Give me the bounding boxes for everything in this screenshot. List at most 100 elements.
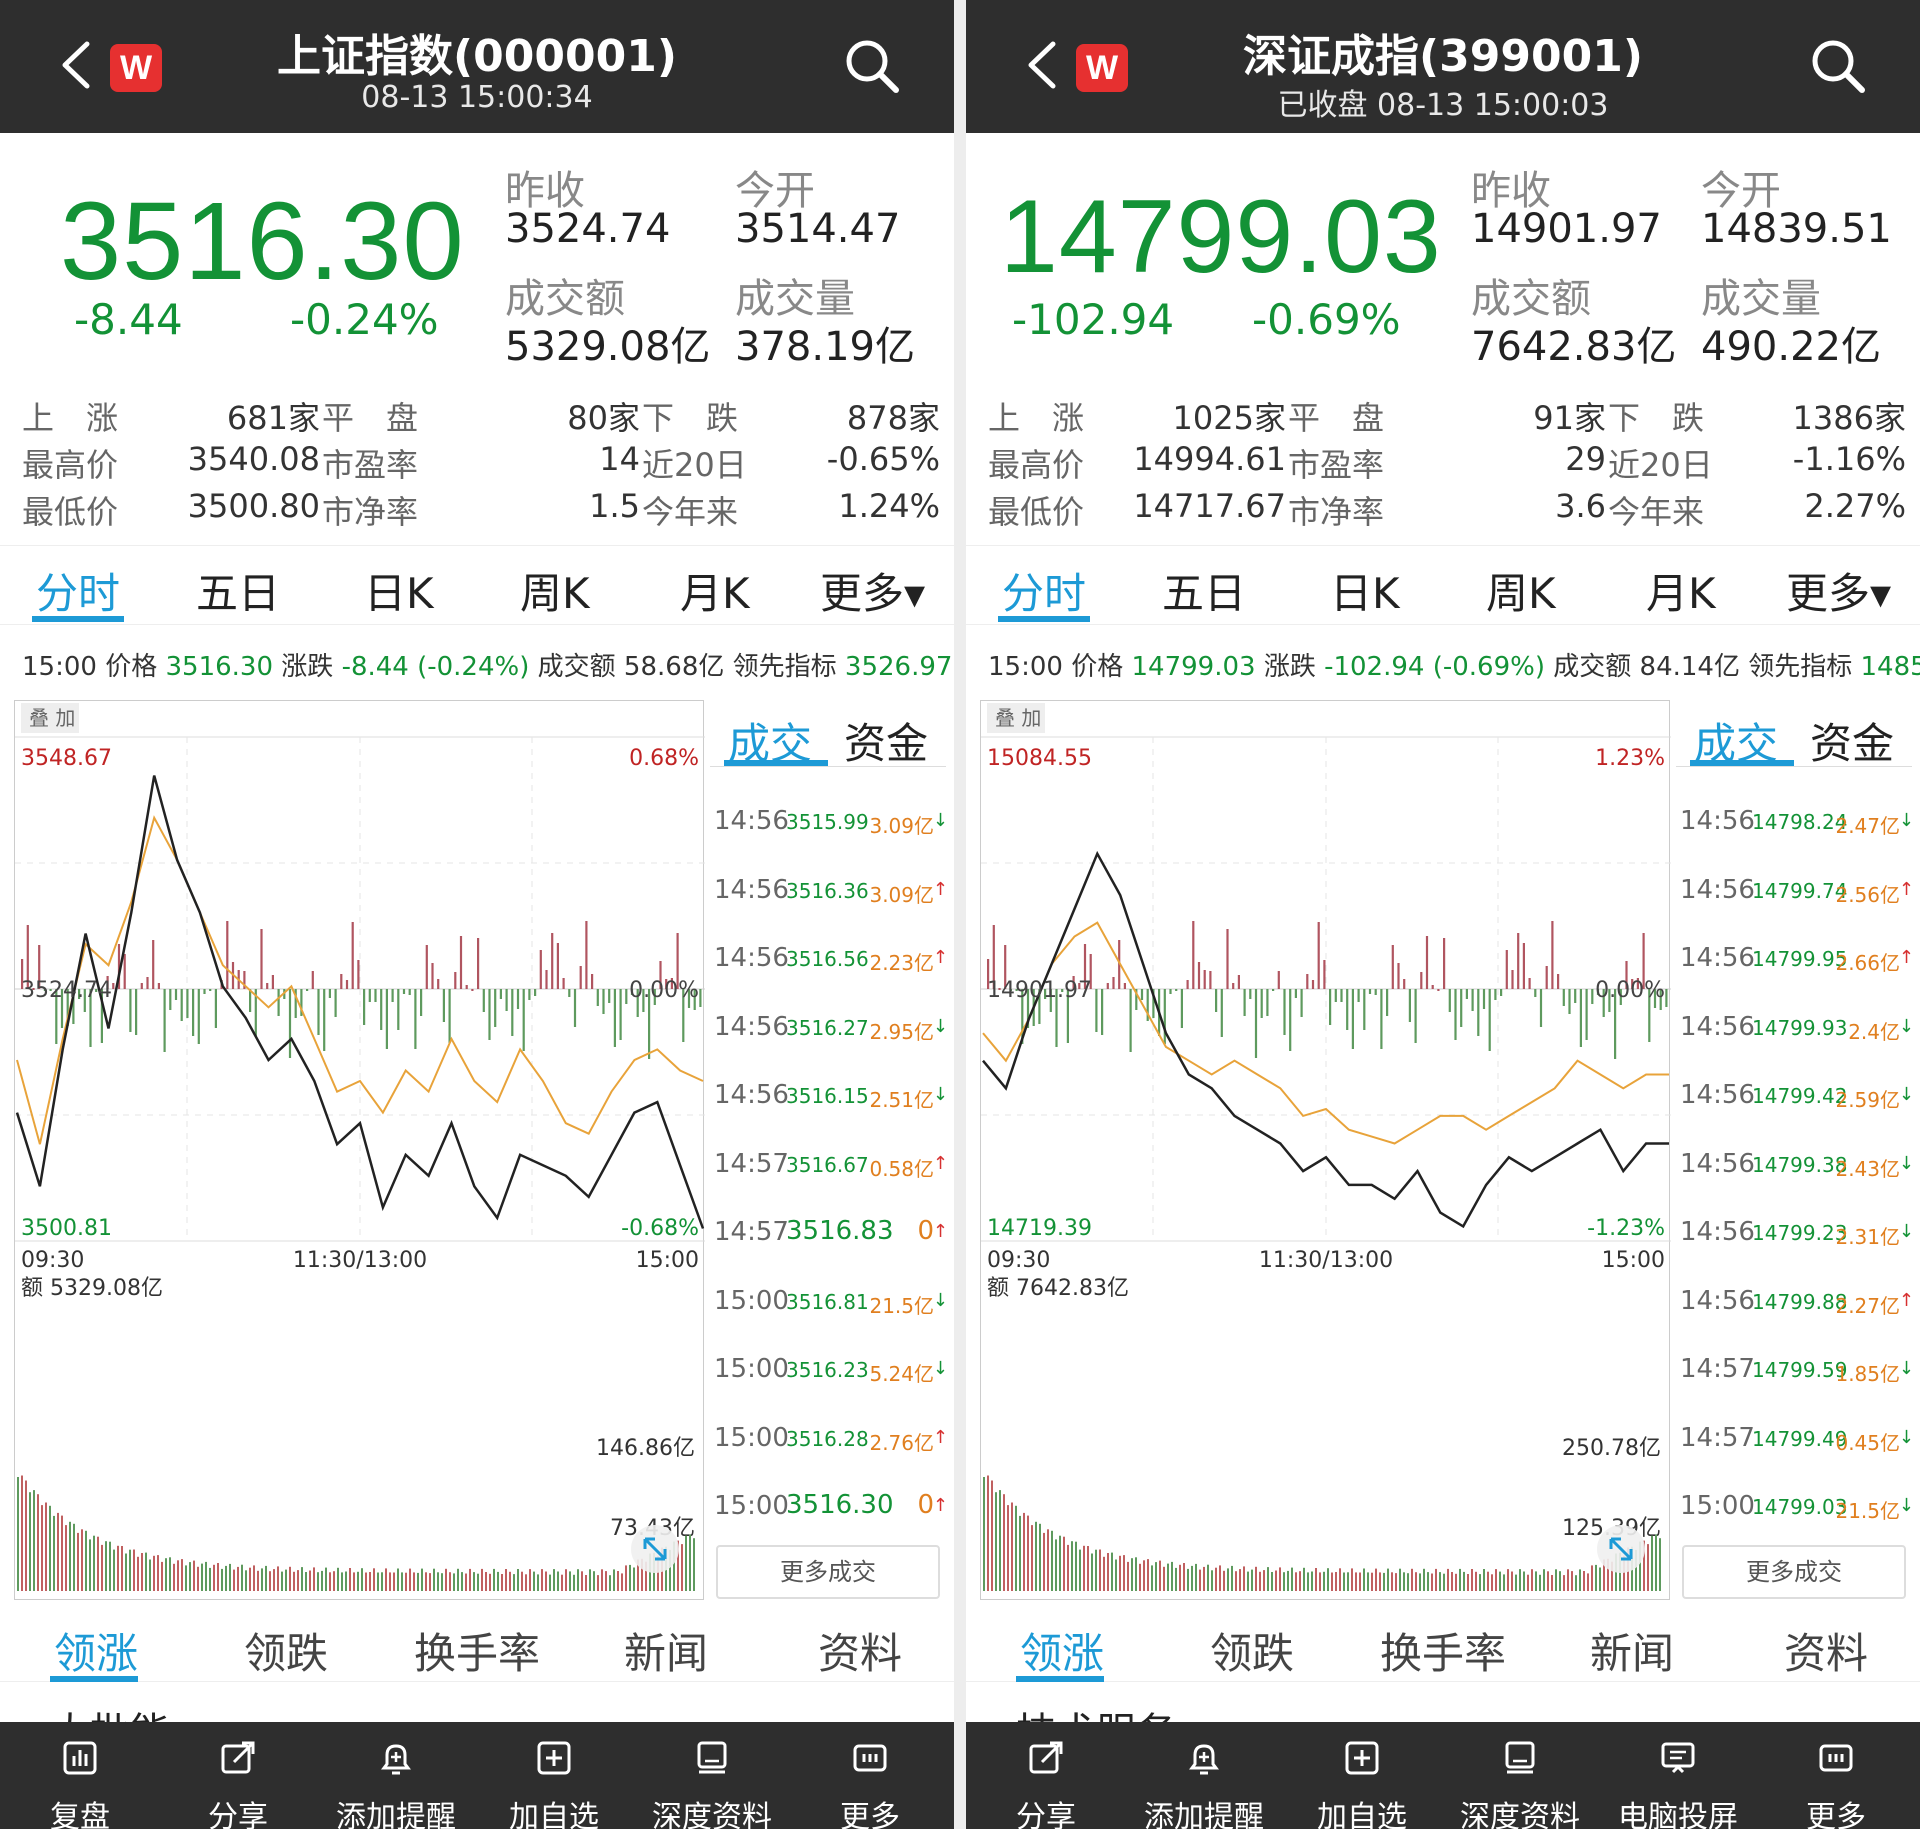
toolbar-report[interactable]: 深度资料 xyxy=(637,1722,787,1829)
volume-bar xyxy=(1491,1574,1493,1591)
volume-bar xyxy=(681,1544,683,1591)
volume-bar xyxy=(49,1505,51,1591)
tab-weekly-k[interactable]: 周K xyxy=(520,560,590,621)
volume-bar xyxy=(1191,1565,1193,1591)
flow-bar xyxy=(1448,989,1451,1012)
flow-bar xyxy=(619,989,622,1040)
tab-profile[interactable]: 资料 xyxy=(1784,1620,1868,1681)
volume-bar xyxy=(1395,1573,1397,1591)
tab-daily-k[interactable]: 日K xyxy=(364,560,434,621)
volume-bar xyxy=(109,1541,111,1591)
more-trades-button[interactable]: 更多成交 xyxy=(716,1545,940,1599)
tab-top-losers[interactable]: 领跌 xyxy=(244,1620,328,1681)
tab-5day[interactable]: 五日 xyxy=(1162,560,1246,621)
toolbar-share[interactable]: 分享 xyxy=(163,1722,313,1829)
volume-bar xyxy=(1131,1558,1133,1591)
trade-panel: 成交 资金 14:56 14798.24 2.47亿 ↓ 14:56 14799.74 2.… xyxy=(1676,700,1914,1600)
volume-bar xyxy=(1079,1549,1081,1591)
overlay-button-label[interactable]: 叠 加 xyxy=(995,706,1041,730)
trade-row: 14:56 3516.27 2.95亿 ↓ xyxy=(712,1006,948,1046)
volume-bar xyxy=(113,1549,115,1591)
tab-daily-k[interactable]: 日K xyxy=(1330,560,1400,621)
volume-bars xyxy=(983,1475,1661,1591)
volume-bar xyxy=(177,1560,179,1591)
toolbar-bell[interactable]: 添加提醒 xyxy=(1129,1722,1279,1829)
toolbar-share[interactable]: 分享 xyxy=(971,1722,1121,1829)
volume-bar xyxy=(983,1477,985,1591)
toolbar-more[interactable]: 更多 xyxy=(1761,1722,1911,1829)
toolbar-add-watchlist[interactable]: 加自选 xyxy=(1287,1722,1437,1829)
tab-more[interactable]: 更多▾ xyxy=(1786,560,1891,621)
flow-bar xyxy=(1266,989,1269,1016)
more-trades-button[interactable]: 更多成交 xyxy=(1682,1545,1906,1599)
trade-row: 15:00 3516.81 21.5亿 ↓ xyxy=(712,1280,948,1320)
trade-row: 14:56 14799.74 2.56亿 ↑ xyxy=(1678,869,1914,909)
tab-top-gainers[interactable]: 领涨 xyxy=(1020,1620,1104,1681)
d20-value: -1.16% xyxy=(1792,440,1906,478)
trade-row: 14:57 3516.67 0.58亿 ↑ xyxy=(712,1143,948,1183)
tab-more[interactable]: 更多▾ xyxy=(820,560,925,621)
flow-bar xyxy=(1175,989,1178,991)
volume-bar xyxy=(493,1568,495,1591)
volume-bar xyxy=(85,1530,87,1591)
arrow-down-icon: ↓ xyxy=(1898,1152,1914,1174)
volume-bar xyxy=(1375,1568,1377,1591)
volume-bar xyxy=(425,1572,427,1591)
flow-bar xyxy=(1363,989,1366,1030)
tab-news[interactable]: 新闻 xyxy=(624,1620,708,1681)
volume-bar xyxy=(1371,1572,1373,1591)
volume-bar xyxy=(1115,1559,1117,1591)
tab-monthly-k[interactable]: 月K xyxy=(680,560,750,621)
tab-profile[interactable]: 资料 xyxy=(818,1620,902,1681)
toolbar-bell[interactable]: 添加提醒 xyxy=(321,1722,471,1829)
volume-bar xyxy=(1531,1569,1533,1591)
info-chg-label: 涨跌 xyxy=(1263,652,1316,682)
search-icon[interactable] xyxy=(842,36,902,96)
tab-turnover[interactable]: 换手率 xyxy=(414,1620,540,1681)
intraday-chart[interactable]: 叠 加 3548.67 0.68% 3524.74 0.00% 3500.81 … xyxy=(14,700,705,1600)
volume-bar xyxy=(1071,1541,1073,1591)
flow-bar xyxy=(437,979,440,989)
volume-bar xyxy=(1183,1563,1185,1591)
tab-turnover[interactable]: 换手率 xyxy=(1380,1620,1506,1681)
gainers-tab-underline xyxy=(50,1676,138,1682)
tab-weekly-k[interactable]: 周K xyxy=(1486,560,1556,621)
flow-bar xyxy=(368,989,371,1002)
flow-bar xyxy=(174,989,178,1000)
volume-bar xyxy=(165,1558,167,1591)
volume-bar xyxy=(1487,1571,1489,1591)
tab-monthly-k[interactable]: 月K xyxy=(1646,560,1716,621)
volume-bar xyxy=(149,1559,151,1591)
toolbar-report[interactable]: 深度资料 xyxy=(1445,1722,1595,1829)
volume-bar xyxy=(1223,1570,1225,1591)
overlay-button-label[interactable]: 叠 加 xyxy=(29,706,75,730)
trade-price: 14798.24 xyxy=(1752,810,1848,834)
volume-bar xyxy=(285,1569,287,1591)
flow-bar xyxy=(1112,977,1115,989)
tab-top-gainers[interactable]: 领涨 xyxy=(54,1620,138,1681)
toolbar-screen-cast[interactable]: 电脑投屏 xyxy=(1603,1722,1753,1829)
trade-price: 14799.93 xyxy=(1752,1015,1848,1040)
volume-bar xyxy=(1471,1569,1473,1591)
volume-bar xyxy=(1179,1564,1181,1591)
volume-bar xyxy=(557,1571,559,1591)
volume-bar xyxy=(505,1569,507,1591)
toolbar-add-watchlist[interactable]: 加自选 xyxy=(479,1722,629,1829)
tab-news[interactable]: 新闻 xyxy=(1590,1620,1674,1681)
flow-bar xyxy=(591,974,594,989)
trade-volume: 2.51亿 xyxy=(869,1088,934,1112)
intraday-chart[interactable]: 叠 加 15084.55 1.23% 14901.97 0.00% 14719.… xyxy=(980,700,1671,1600)
tab-capital[interactable]: 资金 xyxy=(844,710,928,771)
search-icon[interactable] xyxy=(1808,36,1868,96)
tab-capital[interactable]: 资金 xyxy=(1810,710,1894,771)
tab-intraday[interactable]: 分时 xyxy=(36,560,120,621)
toolbar-replay[interactable]: 复盘 xyxy=(5,1722,155,1829)
volume-bar xyxy=(1019,1515,1021,1591)
pct-min-label: -0.68% xyxy=(621,1216,699,1241)
tab-intraday[interactable]: 分时 xyxy=(1002,560,1086,621)
tab-top-losers[interactable]: 领跌 xyxy=(1210,1620,1294,1681)
toolbar-more[interactable]: 更多 xyxy=(795,1722,945,1829)
flow-bar xyxy=(1283,989,1286,1035)
tab-5day[interactable]: 五日 xyxy=(196,560,280,621)
y-mid-label: 3524.74 xyxy=(21,978,112,1003)
